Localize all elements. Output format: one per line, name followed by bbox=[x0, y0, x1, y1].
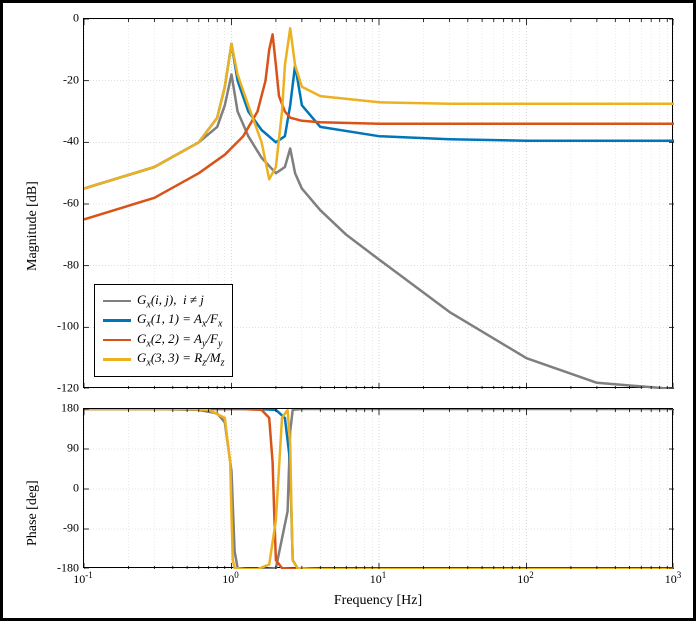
legend-swatch bbox=[103, 300, 131, 303]
phase-svg bbox=[84, 409, 674, 569]
xtick-label: 10-1 bbox=[73, 570, 93, 587]
legend-box: Gx(i, j), i ≠ jGx(1, 1) = Ax/FxGx(2, 2) … bbox=[94, 284, 233, 377]
legend-entry: Gx(2, 2) = Ay/Fy bbox=[103, 331, 224, 350]
ytick-label: -80 bbox=[51, 257, 79, 272]
series-line bbox=[84, 34, 674, 219]
xlabel: Frequency [Hz] bbox=[83, 593, 673, 609]
ytick-label: -90 bbox=[51, 521, 79, 536]
xtick-label: 102 bbox=[517, 570, 534, 587]
xtick-label: 101 bbox=[370, 570, 387, 587]
ytick-label: -20 bbox=[51, 72, 79, 87]
ytick-label: -120 bbox=[51, 381, 79, 396]
ytick-label: 0 bbox=[51, 481, 79, 496]
ytick-label: -60 bbox=[51, 196, 79, 211]
xtick-label: 103 bbox=[665, 570, 682, 587]
xticks-container: 10-1100101102103 bbox=[83, 570, 673, 588]
legend-label: Gx(2, 2) = Ay/Fy bbox=[137, 331, 222, 350]
figure-container: Gx(i, j), i ≠ jGx(1, 1) = Ax/FxGx(2, 2) … bbox=[3, 3, 693, 618]
ytick-label: 180 bbox=[51, 401, 79, 416]
legend-label: Gx(i, j), i ≠ j bbox=[137, 292, 204, 311]
phase-ylabel: Phase [deg] bbox=[25, 446, 41, 546]
legend-label: Gx(3, 3) = Rz/Mz bbox=[137, 350, 224, 369]
ytick-label: 90 bbox=[51, 441, 79, 456]
legend-label: Gx(1, 1) = Ax/Fx bbox=[137, 311, 222, 330]
ytick-label: -40 bbox=[51, 134, 79, 149]
xtick-label: 100 bbox=[222, 570, 239, 587]
ytick-label: 0 bbox=[51, 11, 79, 26]
magnitude-ytick-container: -120-100-80-60-40-200 bbox=[53, 18, 81, 388]
legend-entry: Gx(i, j), i ≠ j bbox=[103, 292, 224, 311]
magnitude-ylabel: Magnitude [dB] bbox=[25, 151, 41, 271]
legend-swatch bbox=[103, 339, 131, 342]
legend-swatch bbox=[103, 319, 131, 322]
legend-entry: Gx(1, 1) = Ax/Fx bbox=[103, 311, 224, 330]
ytick-label: -100 bbox=[51, 319, 79, 334]
magnitude-plot: Gx(i, j), i ≠ jGx(1, 1) = Ax/FxGx(2, 2) … bbox=[83, 18, 673, 388]
phase-plot bbox=[83, 408, 673, 568]
phase-ytick-container: -180-90090180 bbox=[53, 408, 81, 568]
legend-entry: Gx(3, 3) = Rz/Mz bbox=[103, 350, 224, 369]
legend-swatch bbox=[103, 358, 131, 361]
